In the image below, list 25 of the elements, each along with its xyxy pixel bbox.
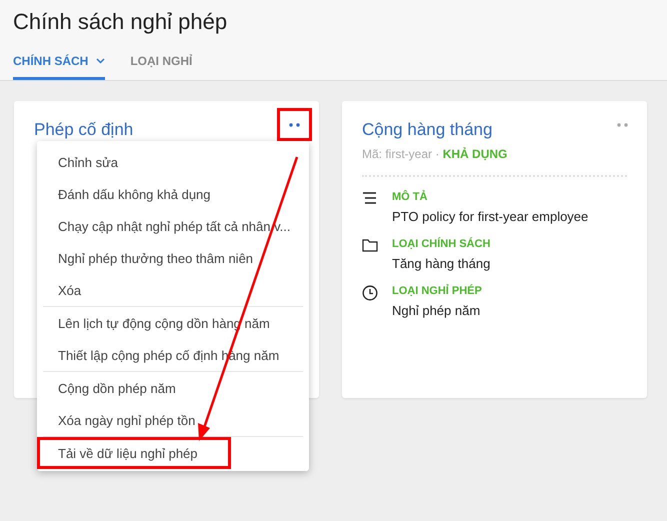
page-title: Chính sách nghỉ phép [13,9,228,35]
field-label: LOẠI NGHỈ PHÉP [392,285,482,297]
dots-icon [616,122,628,126]
menu-item[interactable]: Chạy cập nhật nghỉ phép tất cả nhân v... [37,210,309,242]
menu-item[interactable]: Xóa [37,274,309,306]
more-button[interactable] [277,108,312,141]
menu-item[interactable]: Chỉnh sửa [37,146,309,178]
dots-icon [288,122,300,126]
card-title: Cộng hàng tháng [362,118,492,140]
menu-item[interactable]: Nghỉ phép thưởng theo thâm niên [37,242,309,274]
menu-item[interactable]: Cộng dồn phép năm [37,372,309,404]
field-value: Tăng hàng tháng [392,256,490,271]
field-value: PTO policy for first-year employee [392,209,588,224]
field-label: LOẠI CHÍNH SÁCH [392,238,490,250]
field-value: Nghỉ phép năm [392,303,482,318]
clock-icon [362,285,378,301]
card-meta: Mã: first-year · KHẢ DỤNG [362,147,627,177]
lines-icon [362,191,378,205]
chevron-down-icon [96,58,106,64]
menu-item[interactable]: Đánh dấu không khả dụng [37,178,309,210]
folder-icon [362,238,378,252]
card-title: Phép cố định [34,118,134,140]
tab[interactable]: CHÍNH SÁCH [13,49,106,80]
field-label: MÔ TẢ [392,191,428,203]
menu-item[interactable]: Xóa ngày nghỉ phép tồn [37,404,309,436]
